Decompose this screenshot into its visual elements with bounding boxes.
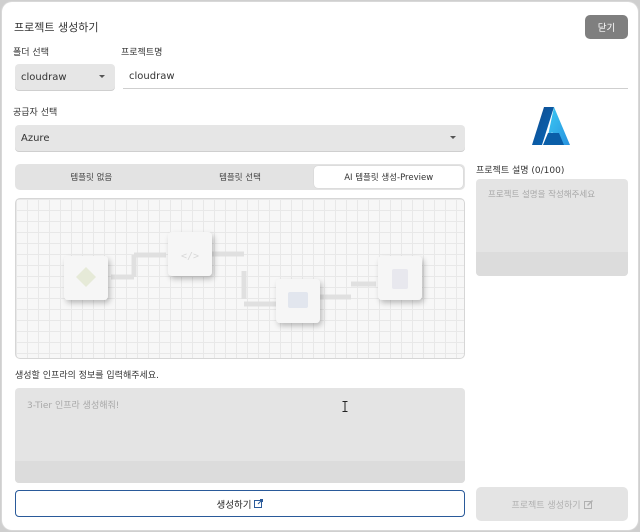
- generate-button[interactable]: 생성하기: [15, 490, 465, 517]
- ai-preview-canvas: </>: [15, 198, 465, 359]
- project-name-label: 프로젝트명: [121, 48, 163, 58]
- azure-logo-icon: [532, 107, 570, 145]
- connector-lines: [111, 251, 376, 307]
- node-icon: [288, 292, 308, 308]
- folder-label: 폴더 선택: [13, 48, 49, 58]
- prompt-placeholder: 3-Tier 인프라 생성해줘!: [27, 401, 120, 411]
- provider-select[interactable]: Azure: [15, 125, 465, 151]
- tab-no-template[interactable]: 템플릿 없음: [17, 166, 166, 188]
- project-name-input[interactable]: cloudraw: [123, 64, 628, 89]
- text-cursor-icon: [342, 401, 348, 412]
- project-create-modal: 프로젝트 생성하기 닫기 폴더 선택 cloudraw 프로젝트명 cloudr…: [2, 2, 638, 530]
- tab-select-template[interactable]: 템플릿 선택: [166, 166, 315, 188]
- description-label: 프로젝트 설명 (0/100): [476, 166, 565, 176]
- description-placeholder: 프로젝트 설명을 작성해주세요: [488, 190, 596, 200]
- generate-button-label: 생성하기: [216, 499, 252, 511]
- node-icon: </>: [181, 251, 199, 262]
- chevron-down-icon: [450, 136, 456, 139]
- provider-select-value: Azure: [21, 132, 50, 144]
- tab-ai-template[interactable]: AI 템플릿 생성-Preview: [314, 166, 464, 188]
- edit-icon: [583, 499, 593, 509]
- chevron-down-icon: [99, 75, 105, 78]
- node-icon: [392, 269, 408, 289]
- architecture-preview-illustration: </>: [64, 232, 422, 323]
- provider-label: 공급자 선택: [13, 108, 58, 118]
- description-textarea[interactable]: 프로젝트 설명을 작성해주세요: [476, 179, 628, 276]
- close-button[interactable]: 닫기: [585, 15, 628, 39]
- prompt-textarea[interactable]: 3-Tier 인프라 생성해줘!: [15, 388, 465, 483]
- external-link-icon: [254, 499, 264, 508]
- create-project-button[interactable]: 프로젝트 생성하기: [476, 487, 628, 521]
- prompt-label: 생성할 인프라의 정보를 입력해주세요.: [15, 371, 159, 381]
- folder-select[interactable]: cloudraw: [15, 64, 115, 90]
- modal-title: 프로젝트 생성하기: [14, 21, 99, 34]
- create-project-button-label: 프로젝트 생성하기: [511, 500, 581, 511]
- description-textarea-footer: [476, 252, 628, 276]
- prompt-textarea-footer: [15, 461, 465, 483]
- folder-select-value: cloudraw: [21, 71, 67, 83]
- template-tabs: 템플릿 없음 템플릿 선택 AI 템플릿 생성-Preview: [15, 164, 465, 190]
